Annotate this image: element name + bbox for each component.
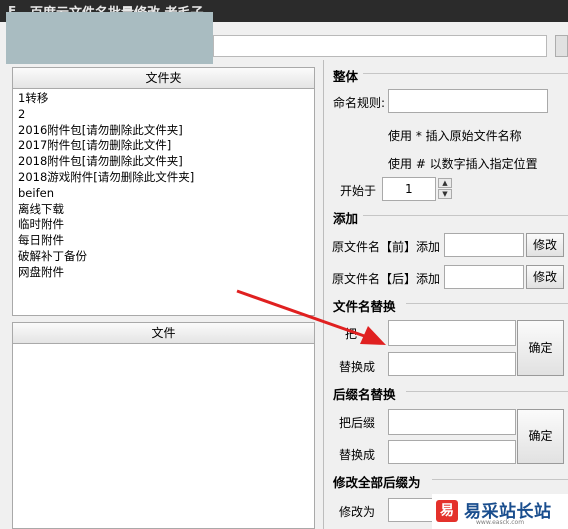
folder-list-item[interactable]: 临时附件	[18, 217, 314, 233]
folder-list-item[interactable]: 1转移	[18, 91, 314, 107]
hint-star: 使用 * 插入原始文件名称	[388, 129, 522, 143]
folder-list-item[interactable]: 2016附件包[请勿删除此文件夹]	[18, 123, 314, 139]
folder-list-item[interactable]: 2	[18, 107, 314, 123]
add-back-modify-button[interactable]: 修改	[526, 265, 564, 289]
blurred-region	[6, 12, 213, 64]
folder-list-item[interactable]: 2018附件包[请勿删除此文件夹]	[18, 154, 314, 170]
add-front-input[interactable]	[444, 233, 524, 257]
file-header[interactable]: 文件	[12, 322, 315, 344]
naming-rule-input[interactable]	[388, 89, 548, 113]
folder-list-box[interactable]: 1转移 2 2016附件包[请勿删除此文件夹] 2017附件包[请勿删除此文件] 201…	[12, 88, 315, 316]
replace-from-label: 把	[345, 327, 358, 341]
section-divider	[406, 303, 568, 304]
ext-all-label: 修改为	[339, 505, 376, 519]
start-number-input[interactable]: 1	[382, 177, 436, 201]
add-front-label: 原文件名【前】添加	[332, 240, 441, 254]
section-title-ext-all: 修改全部后缀为	[333, 475, 421, 490]
section-title-overall: 整体	[333, 69, 359, 84]
folder-list-item[interactable]: 离线下载	[18, 202, 314, 218]
replace-to-label: 替换成	[339, 360, 376, 374]
folder-list-item[interactable]: 2017附件包[请勿删除此文件]	[18, 138, 314, 154]
panel-divider[interactable]	[323, 60, 324, 529]
add-back-input[interactable]	[444, 265, 524, 289]
folder-list-item[interactable]: beifen	[18, 186, 314, 202]
folder-list-item[interactable]: 网盘附件	[18, 265, 314, 281]
add-back-label: 原文件名【后】添加	[332, 272, 441, 286]
logo-url: www.easck.com	[476, 519, 525, 526]
ext-replace-confirm-button[interactable]: 确定	[517, 409, 564, 464]
ext-from-label: 把后缀	[339, 416, 376, 430]
section-divider	[432, 479, 568, 480]
spin-up-button[interactable]: ▲	[438, 178, 452, 188]
folder-header[interactable]: 文件夹	[12, 67, 315, 89]
logo-mark-icon: 易	[436, 500, 458, 522]
section-divider	[363, 73, 568, 74]
ext-to-label: 替换成	[339, 448, 376, 462]
section-title-ext-replace: 后缀名替换	[333, 387, 396, 402]
section-divider	[406, 391, 568, 392]
watermark-logo: 易 易采站长站 www.easck.com	[432, 494, 568, 529]
ext-from-input[interactable]	[388, 409, 516, 435]
section-divider	[363, 215, 568, 216]
ext-to-input[interactable]	[388, 440, 516, 464]
folder-list[interactable]: 1转移 2 2016附件包[请勿删除此文件夹] 2017附件包[请勿删除此文件] 201…	[13, 89, 314, 281]
replace-from-input[interactable]	[388, 320, 516, 346]
start-label: 开始于	[340, 184, 377, 198]
file-list-box[interactable]	[12, 343, 315, 529]
naming-rule-label: 命名规则:	[333, 96, 386, 110]
filename-replace-confirm-button[interactable]: 确定	[517, 320, 564, 376]
replace-to-input[interactable]	[388, 352, 516, 376]
folder-list-item[interactable]: 2018游戏附件[请勿删除此文件夹]	[18, 170, 314, 186]
add-front-modify-button[interactable]: 修改	[526, 233, 564, 257]
folder-list-item[interactable]: 破解补丁备份	[18, 249, 314, 265]
path-field[interactable]	[213, 35, 547, 57]
section-title-add: 添加	[333, 211, 359, 226]
section-title-filename-replace: 文件名替换	[333, 299, 396, 314]
spin-down-button[interactable]: ▼	[438, 189, 452, 199]
folder-list-item[interactable]: 每日附件	[18, 233, 314, 249]
path-button[interactable]	[555, 35, 568, 57]
hint-hash: 使用 # 以数字插入指定位置	[388, 157, 538, 171]
